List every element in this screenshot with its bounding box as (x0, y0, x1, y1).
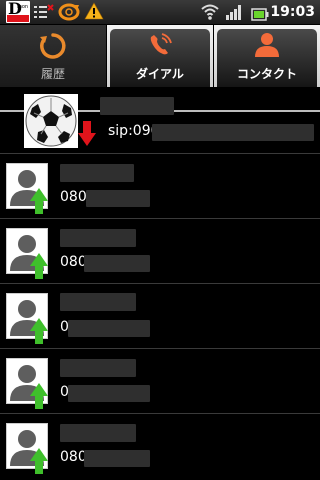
contact-name (60, 164, 134, 182)
call-log-list[interactable]: sip:090 0801 080 0 0 080 (0, 88, 320, 479)
contact-name (100, 97, 174, 115)
tab-contacts[interactable]: コンタクト (214, 25, 320, 87)
phone-number-redacted (84, 255, 150, 272)
outgoing-call-icon (30, 383, 48, 413)
phone-number-redacted (84, 450, 150, 467)
phone-number-redacted (68, 385, 150, 402)
contacts-icon (252, 31, 282, 63)
outgoing-call-icon (30, 253, 48, 283)
call-log-item[interactable]: 0 (0, 349, 320, 414)
contact-name (60, 359, 136, 377)
incoming-call-icon (78, 121, 96, 151)
tab-history[interactable]: 履歴 (0, 25, 107, 87)
contact-name (60, 229, 136, 247)
outgoing-call-icon (30, 318, 48, 348)
contact-name (60, 424, 136, 442)
tab-label: ダイアル (136, 67, 184, 81)
notification-list-icon (34, 4, 54, 26)
call-log-item[interactable]: sip:090 (0, 88, 320, 154)
phone-number-redacted (68, 320, 150, 337)
call-log-item[interactable]: 080 (0, 414, 320, 479)
tab-label: コンタクト (236, 67, 297, 81)
wifi-icon (200, 3, 220, 25)
call-log-item[interactable]: 080 (0, 219, 320, 284)
tab-label: 履歴 (40, 67, 65, 81)
sync-icon (57, 2, 81, 26)
battery-icon (251, 6, 269, 25)
outgoing-call-icon (30, 188, 48, 218)
call-log-item[interactable]: 0 (0, 284, 320, 349)
dmon-icon: D mon (6, 0, 30, 23)
warning-icon (84, 2, 104, 24)
outgoing-call-icon (30, 448, 48, 478)
soccer-ball-avatar (24, 94, 78, 148)
status-bar: D mon 19:03 (0, 0, 320, 25)
contact-name (60, 293, 136, 311)
phone-number-redacted (152, 124, 314, 141)
dialer-icon (146, 31, 174, 63)
phone-number-redacted (86, 190, 150, 207)
phone-number: 080 (60, 449, 87, 465)
history-icon (38, 31, 68, 65)
tab-bar: 履歴 ダイアル コンタクト (0, 25, 320, 112)
phone-number: 080 (60, 254, 87, 270)
signal-icon (226, 4, 244, 24)
clock: 19:03 (270, 4, 315, 20)
tab-dialer[interactable]: ダイアル (107, 25, 213, 87)
call-log-item[interactable]: 0801 (0, 154, 320, 219)
